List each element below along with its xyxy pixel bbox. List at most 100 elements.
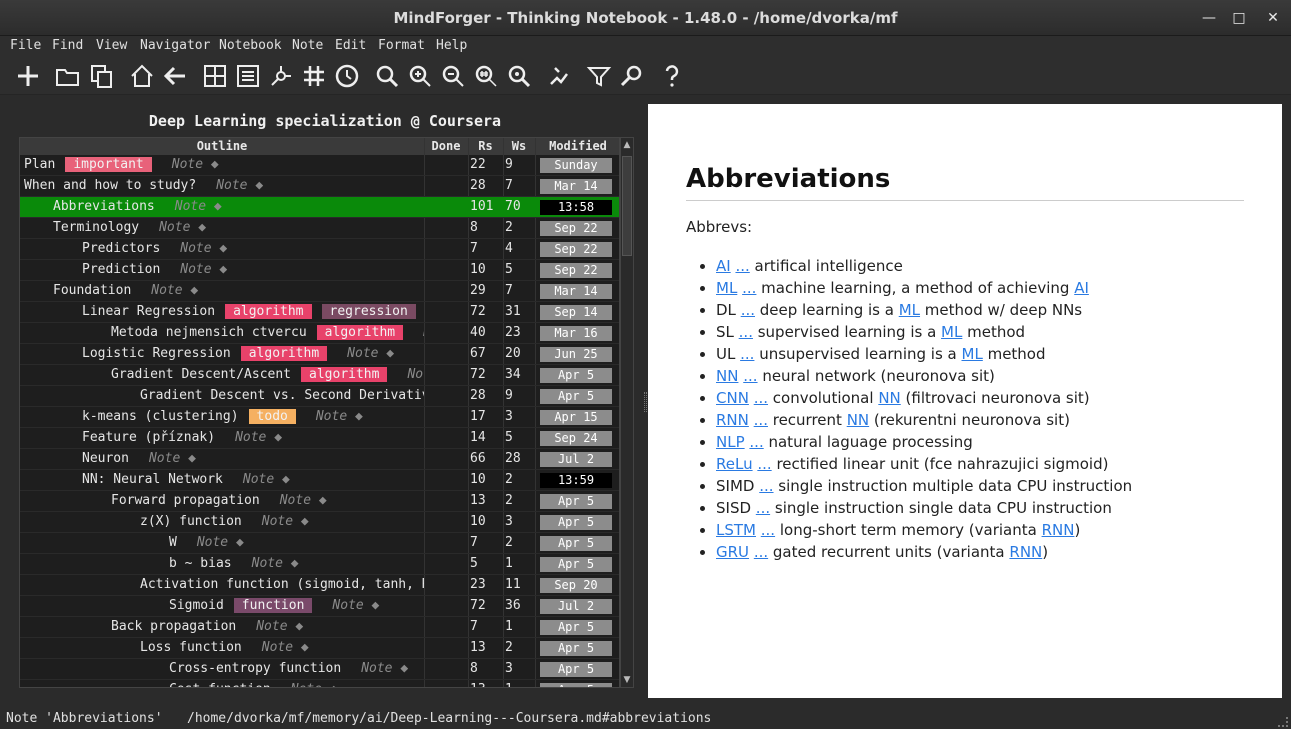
table-row[interactable]: Feature (příznak) Note ◆ 14 5 Sep 24 [20,428,619,449]
table-row[interactable]: When and how to study? Note ◆ 28 7 Mar 14 [20,176,619,197]
scroll-down-icon[interactable]: ▼ [621,673,633,687]
table-row[interactable]: Activation function (sigmoid, tanh, ReLU… [20,575,619,596]
abbrev-link[interactable]: NN [847,411,869,429]
table-row[interactable]: NN: Neural Network Note ◆ 10 2 13:59 [20,470,619,491]
abbrev-link[interactable]: ... [749,433,763,451]
menu-find[interactable]: Find [52,38,83,53]
menu-file[interactable]: File [10,38,41,53]
abbrev-link[interactable]: ... [759,477,773,495]
table-row[interactable]: Neuron Note ◆ 66 28 Jul 2 [20,449,619,470]
resize-grip[interactable] [1278,717,1288,727]
abbrev-link[interactable]: AI [1074,279,1089,297]
scroll-thumb[interactable] [622,156,632,256]
open-icon[interactable] [54,62,82,90]
menu-note[interactable]: Note [292,38,323,53]
scroll-up-icon[interactable]: ▲ [621,138,633,152]
table-row[interactable]: Gradient Descent/Ascent algorithm Note ◆ 72… [20,365,619,386]
abbrev-link[interactable]: NN [878,389,900,407]
table-row[interactable]: Linear RegressionalgorithmregressionNote… [20,302,619,323]
abbrev-link[interactable]: NN [716,367,738,385]
outline-scrollbar[interactable]: ▲ ▼ [620,137,634,688]
navigator-icon[interactable] [545,62,573,90]
zoom-in-icon[interactable] [406,62,434,90]
table-row[interactable]: Prediction Note ◆ 10 5 Sep 22 [20,260,619,281]
graph-icon[interactable] [267,62,295,90]
abbrev-link[interactable]: ... [741,301,755,319]
abbrev-link[interactable]: ML [899,301,920,319]
abbrev-link[interactable]: ... [740,345,754,363]
menu-format[interactable]: Format [378,38,425,53]
abbrev-link[interactable]: ... [754,389,768,407]
col-modified[interactable]: Modified [535,139,619,153]
menu-view[interactable]: View [96,38,127,53]
table-row[interactable]: Back propagation Note ◆ 7 1 Apr 5 [20,617,619,638]
filter-icon[interactable] [585,62,613,90]
table-row[interactable]: Forward propagation Note ◆ 13 2 Apr 5 [20,491,619,512]
abbrev-link[interactable]: GRU [716,543,749,561]
minimize-button[interactable]: — [1199,8,1219,28]
table-row[interactable]: W Note ◆ 7 2 Apr 5 [20,533,619,554]
menu-help[interactable]: Help [436,38,467,53]
abbrev-link[interactable]: RNN [716,411,749,429]
back-icon[interactable] [161,62,189,90]
find-text-icon[interactable] [505,62,533,90]
copy-icon[interactable] [88,62,116,90]
abbrev-link[interactable]: RNN [1009,543,1042,561]
table-row[interactable]: Gradient Descent vs. Second Derivative 28… [20,386,619,407]
help-icon[interactable] [658,62,686,90]
splitter-handle[interactable] [644,392,647,412]
search-icon[interactable] [373,62,401,90]
table-row[interactable]: Abbreviations Note ◆ 101 70 13:58 [20,197,619,218]
table-row[interactable]: Cross-entropy function Note ◆ 8 3 Apr 5 [20,659,619,680]
abbrev-link[interactable]: LSTM [716,521,756,539]
col-done[interactable]: Done [424,139,468,153]
abbrev-link[interactable]: ML [941,323,962,341]
hash-icon[interactable] [300,62,328,90]
outline-table[interactable]: Outline Done Rs Ws Modified Plan importan… [19,137,620,688]
abbrev-link[interactable]: ... [756,499,770,517]
clock-icon[interactable] [333,62,361,90]
abbrev-link[interactable]: ML [716,279,737,297]
menu-edit[interactable]: Edit [335,38,366,53]
table-row[interactable]: Sigmoid function Note ◆ 72 36 Jul 2 [20,596,619,617]
col-outline[interactable]: Outline [20,139,424,153]
abbrev-link[interactable]: ... [743,367,757,385]
abbrev-link[interactable]: ReLu [716,455,753,473]
table-row[interactable]: Foundation Note ◆ 29 7 Mar 14 [20,281,619,302]
abbrev-link[interactable]: ... [754,543,768,561]
table-row[interactable]: z(X) function Note ◆ 10 3 Apr 5 [20,512,619,533]
abbrev-link[interactable]: ... [757,455,771,473]
table-row[interactable]: Loss function Note ◆ 13 2 Apr 5 [20,638,619,659]
menu-navigator[interactable]: Navigator [140,38,210,53]
maximize-button[interactable]: □ [1229,8,1249,28]
table-row[interactable]: Cost function Note ◆ 13 1 Apr 5 [20,680,619,687]
abbrev-link[interactable]: ... [742,279,756,297]
abbrev-link[interactable]: ... [761,521,775,539]
menu-notebook[interactable]: Notebook [219,38,282,53]
col-ws[interactable]: Ws [503,139,535,153]
abbrev-link[interactable]: ... [735,257,749,275]
table-row[interactable]: k-means (clustering) todo Note ◆ 17 3 Apr 15 [20,407,619,428]
col-rs[interactable]: Rs [468,139,503,153]
list-icon[interactable] [234,62,262,90]
table-row[interactable]: Plan important Note ◆ 22 9 Sunday [20,155,619,176]
abbrev-link[interactable]: NLP [716,433,745,451]
new-icon[interactable] [14,62,42,90]
zoom-out-icon[interactable] [439,62,467,90]
find-tag-icon[interactable] [472,62,500,90]
table-row[interactable]: Terminology Note ◆ 8 2 Sep 22 [20,218,619,239]
abbrev-link[interactable]: ML [962,345,983,363]
abbrev-link[interactable]: ... [739,323,753,341]
table-row[interactable]: Logistic Regression algorithm Note ◆ 67 20 Ju… [20,344,619,365]
abbrev-link[interactable]: ... [754,411,768,429]
abbrev-link[interactable]: RNN [1042,521,1075,539]
settings-icon[interactable] [618,62,646,90]
close-button[interactable]: ✕ [1263,8,1283,28]
home-icon[interactable] [128,62,156,90]
grid-icon[interactable] [201,62,229,90]
table-row[interactable]: Metoda nejmensich ctvercu algorithm Note ◆… [20,323,619,344]
table-row[interactable]: b ~ bias Note ◆ 5 1 Apr 5 [20,554,619,575]
abbrev-link[interactable]: CNN [716,389,749,407]
abbrev-link[interactable]: AI [716,257,731,275]
table-row[interactable]: Predictors Note ◆ 7 4 Sep 22 [20,239,619,260]
